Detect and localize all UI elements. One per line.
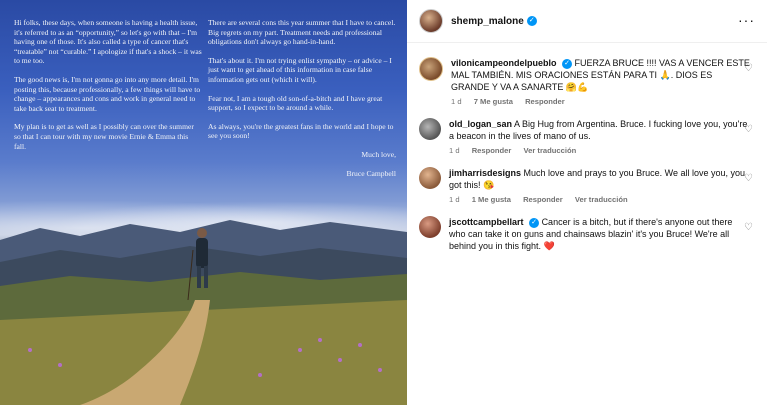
avatar[interactable]: [419, 216, 441, 238]
comment-meta: 1 d 1 Me gusta Responder Ver traducción: [449, 194, 749, 206]
comment-item: jscottcampbellart ✓ Cancer is a bitch, b…: [419, 216, 755, 252]
comment-item: old_logan_san A Big Hug from Argentina. …: [419, 118, 755, 157]
comment-meta: 1 d 7 Me gusta Responder: [451, 96, 751, 108]
avatar[interactable]: [419, 9, 443, 33]
verified-icon: ✓: [562, 58, 573, 69]
see-translation-button[interactable]: Ver traducción: [523, 146, 576, 155]
comment-username[interactable]: jimharrisdesigns: [449, 168, 521, 178]
comment-username[interactable]: vilonicampeondelpueblo: [451, 58, 557, 68]
heart-icon[interactable]: ♡: [744, 124, 753, 135]
post-image: Hi folks, these days, when someone is ha…: [0, 0, 407, 405]
comment-list: vilonicampeondelpueblo ✓ FUERZA BRUCE !!…: [407, 43, 767, 252]
comment-time[interactable]: 1 d: [449, 146, 460, 155]
message-paragraph: Fear not, I am a tough old son-of-a-bitc…: [208, 93, 383, 113]
heart-icon[interactable]: ♡: [744, 173, 753, 184]
comments-panel: shemp_malone ✓ ··· vilonicampeondelpuebl…: [407, 0, 767, 405]
comment-body: jimharrisdesigns Much love and prays to …: [449, 167, 749, 206]
reply-button[interactable]: Responder: [472, 146, 512, 155]
comment-likes[interactable]: 7 Me gusta: [474, 97, 513, 106]
post-viewer: Hi folks, these days, when someone is ha…: [0, 0, 767, 405]
comment-body: vilonicampeondelpueblo ✓ FUERZA BRUCE !!…: [451, 57, 751, 108]
message-paragraph: My plan is to get as well as I possibly …: [14, 122, 194, 151]
comment-username[interactable]: old_logan_san: [449, 119, 512, 129]
comment-likes[interactable]: 1 Me gusta: [472, 195, 511, 204]
comment-body: jscottcampbellart ✓ Cancer is a bitch, b…: [449, 216, 749, 252]
heart-icon[interactable]: ♡: [744, 222, 753, 233]
verified-icon: ✓: [529, 217, 540, 228]
comment-body: old_logan_san A Big Hug from Argentina. …: [449, 118, 749, 157]
message-column-right: There are several cons this year summer …: [208, 18, 396, 187]
see-translation-button[interactable]: Ver traducción: [575, 195, 628, 204]
signature-text: Bruce Campbell: [346, 168, 396, 178]
avatar[interactable]: [419, 57, 443, 81]
message-paragraph: That's about it. I'm not trying enlist s…: [208, 55, 392, 84]
avatar[interactable]: [419, 167, 441, 189]
message-column-left: Hi folks, these days, when someone is ha…: [14, 18, 202, 160]
comment-time[interactable]: 1 d: [449, 195, 460, 204]
heart-icon[interactable]: ♡: [744, 63, 753, 74]
message-paragraph: Hi folks, these days, when someone is ha…: [14, 18, 202, 66]
verified-icon: ✓: [526, 16, 537, 26]
message-paragraph: As always, you're the greatest fans in t…: [208, 121, 394, 141]
comment-meta: 1 d Responder Ver traducción: [449, 145, 749, 157]
comment-time[interactable]: 1 d: [451, 97, 462, 106]
comment-item: jimharrisdesigns Much love and prays to …: [419, 167, 755, 206]
reply-button[interactable]: Responder: [523, 195, 563, 204]
post-header: shemp_malone ✓ ···: [407, 0, 767, 43]
more-options-icon[interactable]: ···: [738, 12, 755, 28]
closing-text: Much love,: [361, 149, 396, 159]
message-paragraph: There are several cons this year summer …: [208, 18, 396, 47]
comment-username[interactable]: jscottcampbellart: [449, 217, 524, 227]
post-author-username[interactable]: shemp_malone: [451, 16, 524, 27]
avatar[interactable]: [419, 118, 441, 140]
reply-button[interactable]: Responder: [525, 97, 565, 106]
message-paragraph: The good news is, I'm not gonna go into …: [14, 74, 201, 113]
comment-item: vilonicampeondelpueblo ✓ FUERZA BRUCE !!…: [419, 57, 755, 108]
